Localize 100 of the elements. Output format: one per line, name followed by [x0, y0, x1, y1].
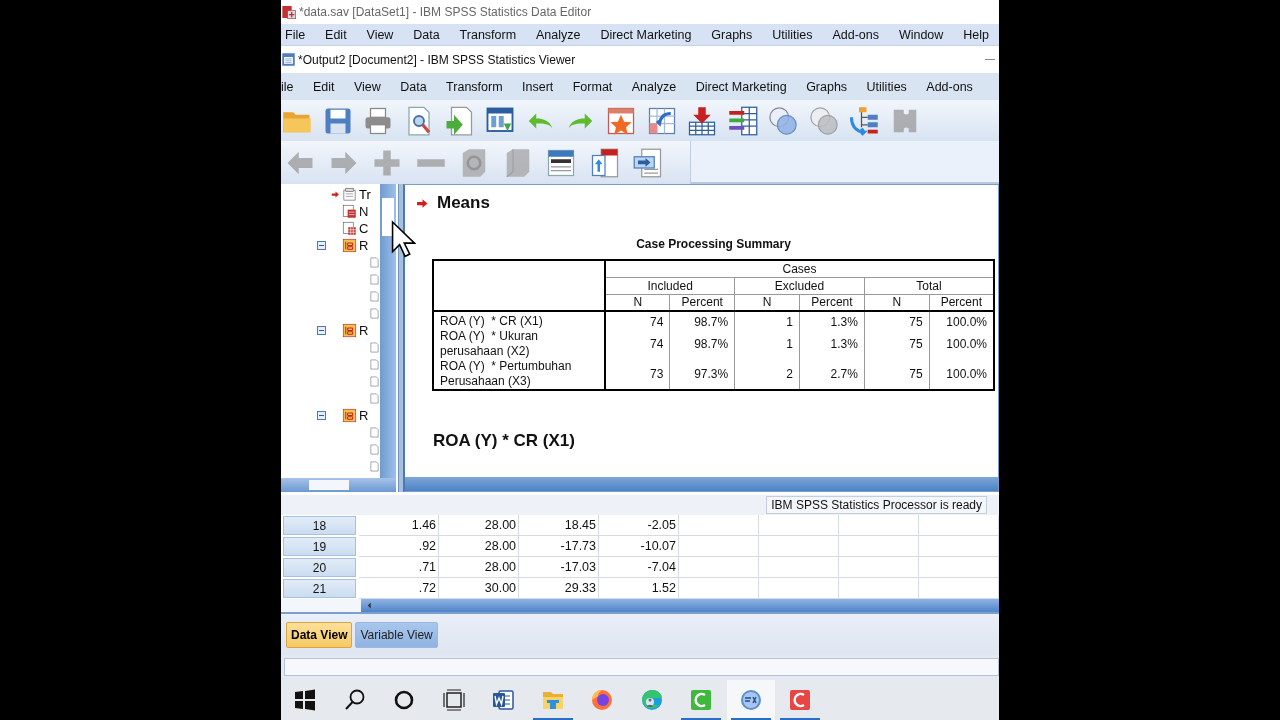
- column-header: N: [864, 294, 930, 311]
- statistics-app-icon: [738, 688, 763, 712]
- log-folder-icon[interactable]: [342, 323, 357, 338]
- table-cell: 75: [864, 329, 930, 359]
- tree-item[interactable]: R: [359, 323, 369, 338]
- table-cell[interactable]: 1.46: [359, 515, 440, 536]
- menu-item[interactable]: Direct Marketing: [695, 78, 787, 95]
- page-right-arrow-icon[interactable]: [633, 147, 663, 178]
- table-cell: 1.3%: [799, 329, 865, 359]
- horizontal-scrollbar[interactable]: [405, 477, 998, 491]
- table-cell[interactable]: 28.00: [439, 536, 520, 557]
- tree-item[interactable]: N: [359, 204, 369, 219]
- row-number[interactable]: 18: [283, 516, 357, 535]
- table-cell: 98.7%: [669, 311, 735, 329]
- menu-item[interactable]: Transform: [446, 78, 503, 95]
- table-cell[interactable]: [679, 557, 759, 578]
- menu-item[interactable]: Transform: [459, 26, 517, 43]
- row-number[interactable]: 19: [283, 537, 357, 556]
- view-tab[interactable]: Variable View: [355, 621, 438, 648]
- menu-item[interactable]: ile: [281, 78, 294, 95]
- menu-item[interactable]: File: [285, 26, 306, 43]
- vertical-scrollbar[interactable]: [380, 184, 396, 478]
- menu-item[interactable]: Utilities: [772, 26, 813, 43]
- table-cell[interactable]: [679, 515, 759, 536]
- menu-item[interactable]: View: [353, 78, 381, 95]
- collapse-toggle[interactable]: [317, 411, 326, 420]
- grid-arrow-icon[interactable]: [646, 105, 677, 136]
- menu-item[interactable]: Analyze: [631, 78, 677, 95]
- menu-item[interactable]: Add-ons: [926, 78, 973, 95]
- table-cell[interactable]: 18.45: [519, 515, 599, 536]
- scroll-left-icon[interactable]: [366, 602, 373, 609]
- menu-item[interactable]: Graphs: [711, 26, 753, 43]
- table-cell[interactable]: -17.73: [519, 536, 599, 557]
- star-page-icon[interactable]: [606, 105, 636, 136]
- menu-item[interactable]: Utilities: [866, 78, 907, 95]
- tree-item[interactable]: R: [359, 238, 369, 253]
- notes-icon[interactable]: [342, 204, 357, 219]
- arc-square-icon: [689, 688, 713, 712]
- log-folder-icon[interactable]: [342, 238, 357, 253]
- collapse-toggle[interactable]: [317, 326, 326, 335]
- table-cell: 74: [605, 329, 670, 359]
- table-cell[interactable]: [838, 536, 919, 557]
- column-header: Total: [864, 277, 994, 294]
- menu-item[interactable]: Add-ons: [832, 26, 879, 43]
- title-icon[interactable]: [342, 187, 357, 202]
- page-up-arrow-icon[interactable]: [589, 147, 620, 178]
- tree-item[interactable]: Tr: [359, 187, 371, 202]
- table-cell[interactable]: -7.04: [599, 557, 679, 578]
- menu-item[interactable]: Data: [400, 78, 427, 95]
- horizontal-scrollbar[interactable]: [281, 478, 396, 492]
- menu-item[interactable]: View: [366, 26, 394, 43]
- table-cell[interactable]: [759, 515, 839, 536]
- table-cell[interactable]: -17.03: [519, 557, 599, 578]
- menu-item[interactable]: Window: [898, 26, 944, 43]
- table-cell[interactable]: -10.07: [599, 536, 679, 557]
- menu-item[interactable]: Data: [413, 26, 440, 43]
- column-header: N: [734, 294, 800, 311]
- menu-item[interactable]: Graphs: [806, 78, 848, 95]
- circles-icon[interactable]: [768, 105, 798, 136]
- collapse-toggle[interactable]: [317, 241, 326, 250]
- page-arrow-icon[interactable]: [444, 105, 474, 136]
- column-header: Percent: [669, 294, 735, 311]
- table-cell[interactable]: [918, 515, 999, 536]
- row-number[interactable]: 21: [283, 579, 357, 598]
- table-cell[interactable]: -2.05: [599, 515, 679, 536]
- horizontal-scrollbar[interactable]: [361, 599, 999, 612]
- table-cell[interactable]: 28.00: [439, 515, 520, 536]
- table-cell: 100.0%: [929, 329, 994, 359]
- table-cell[interactable]: .92: [359, 536, 440, 557]
- printer-icon[interactable]: [363, 105, 393, 136]
- table-cell[interactable]: [918, 536, 999, 557]
- menu-item[interactable]: Edit: [325, 26, 347, 43]
- task-view-icon: [441, 688, 466, 712]
- table-cell[interactable]: [838, 557, 919, 578]
- arc-square-icon: [788, 688, 812, 712]
- table-page-icon[interactable]: [342, 221, 357, 236]
- table-cell[interactable]: [679, 536, 759, 557]
- table-cell[interactable]: [838, 515, 919, 536]
- grid-down-arrow-icon[interactable]: [687, 105, 717, 136]
- tree-item[interactable]: C: [359, 221, 369, 236]
- menu-item[interactable]: Analyze: [536, 26, 581, 43]
- menu-item[interactable]: Help: [963, 26, 989, 43]
- text-panel-icon[interactable]: [546, 147, 576, 178]
- menu-item[interactable]: Direct Marketing: [600, 26, 692, 43]
- tree-arrow-icon[interactable]: [849, 105, 879, 136]
- menu-item[interactable]: Format: [572, 78, 613, 95]
- table-cell[interactable]: [918, 557, 999, 578]
- grid-bars-icon[interactable]: [727, 105, 758, 136]
- view-tab[interactable]: Data View: [286, 621, 353, 648]
- tree-item[interactable]: R: [359, 408, 369, 423]
- table-title: Case Processing Summary: [635, 237, 792, 253]
- table-cell[interactable]: [759, 557, 839, 578]
- menu-item[interactable]: Edit: [312, 78, 335, 95]
- table-cell[interactable]: .71: [359, 557, 440, 578]
- table-cell[interactable]: 28.00: [439, 557, 520, 578]
- row-number[interactable]: 20: [283, 558, 357, 577]
- menu-item[interactable]: Insert: [522, 78, 554, 95]
- table-cell[interactable]: [759, 536, 839, 557]
- table-cell: 2.7%: [799, 359, 865, 390]
- log-folder-icon[interactable]: [342, 408, 357, 423]
